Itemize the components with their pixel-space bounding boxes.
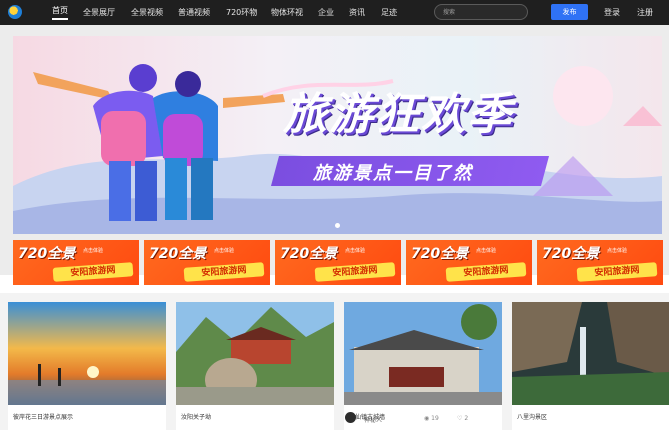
login-link[interactable]: 登录 — [604, 0, 620, 25]
promo-brand: 安阳旅游网 — [314, 262, 396, 282]
banner-area: 旅游狂欢季 旅游景点一目了然 — [0, 25, 669, 275]
card-caption: 八里沟景区 — [517, 414, 548, 421]
promo-tile[interactable]: 720全景 点击体验 安阳旅游网 — [144, 240, 270, 285]
nav-panorama-video[interactable]: 全景视频 — [131, 0, 163, 25]
author-avatar[interactable] — [345, 412, 356, 423]
ancient-gate-thumbnail — [344, 302, 502, 405]
banner-carousel[interactable]: 旅游狂欢季 旅游景点一目了然 — [13, 36, 662, 234]
nav-object-view[interactable]: 物体环视 — [271, 0, 303, 25]
nav-home[interactable]: 首页 — [52, 0, 68, 25]
nav-normal-video[interactable]: 普通视频 — [178, 0, 210, 25]
register-link[interactable]: 注册 — [637, 0, 653, 25]
views-count: ◉ 19 — [424, 415, 439, 422]
card-caption: 汝阳关子坳 — [181, 414, 212, 421]
promo-title: 720全景 — [542, 246, 600, 262]
thumbs-up-icon: ♡ — [457, 415, 463, 422]
promo-title: 720全景 — [18, 246, 76, 262]
nav-720-object[interactable]: 720环物 — [226, 0, 257, 25]
mountain-temple-thumbnail — [176, 302, 334, 405]
promo-tile[interactable]: 720全景 点击体验 安阳旅游网 — [406, 240, 532, 285]
promo-brand: 安阳旅游网 — [576, 262, 658, 282]
promo-title: 720全景 — [280, 246, 338, 262]
promo-tag: 点击体验 — [476, 248, 497, 254]
promo-title: 720全景 — [411, 246, 469, 262]
promo-tile[interactable]: 720全景 点击体验 安阳旅游网 — [275, 240, 401, 285]
promo-brand: 安阳旅游网 — [52, 262, 134, 282]
nav-enterprise[interactable]: 企业 — [318, 0, 334, 25]
nav-footprint[interactable]: 足迹 — [381, 0, 397, 25]
banner-subtitle: 旅游景点一目了然 — [313, 163, 473, 184]
promo-tag: 点击体验 — [214, 248, 235, 254]
likes-count[interactable]: ♡ 2 — [457, 415, 468, 422]
gallery-card[interactable]: 彼岸花三日游景点展示 — [8, 302, 166, 430]
eye-icon: ◉ — [424, 415, 430, 422]
nav-panorama-hall[interactable]: 全景展厅 — [83, 0, 115, 25]
card-caption: 彼岸花三日游景点展示 — [13, 414, 74, 421]
publish-button[interactable]: 发布 — [551, 4, 588, 20]
gallery-card[interactable]: 朱仙镇古城墙 神秘人 ◉ 19 ♡ 2 — [344, 302, 502, 430]
promo-title: 720全景 — [149, 246, 207, 262]
gallery-card[interactable]: 汝阳关子坳 — [176, 302, 334, 430]
sunset-beach-thumbnail — [8, 302, 166, 405]
canyon-waterfall-thumbnail — [512, 302, 669, 405]
promo-tile[interactable]: 720全景 点击体验 安阳旅游网 — [13, 240, 139, 285]
nav-news[interactable]: 资讯 — [349, 0, 365, 25]
banner-title: 旅游狂欢季 — [283, 89, 513, 140]
promo-tag: 点击体验 — [607, 248, 628, 254]
top-navigation-bar: 首页 全景展厅 全景视频 普通视频 720环物 物体环视 企业 资讯 足迹 搜索… — [0, 0, 669, 25]
promo-brand: 安阳旅游网 — [183, 262, 265, 282]
search-input[interactable]: 搜索 — [434, 4, 528, 20]
author-name[interactable]: 神秘人 — [364, 415, 382, 424]
promo-tile[interactable]: 720全景 点击体验 安阳旅游网 — [537, 240, 663, 285]
site-logo[interactable] — [8, 5, 22, 19]
promo-brand: 安阳旅游网 — [445, 262, 527, 282]
promo-tag: 点击体验 — [83, 248, 104, 254]
gallery-card[interactable]: 八里沟景区 — [512, 302, 669, 430]
carousel-indicator[interactable] — [335, 223, 340, 228]
promo-tag: 点击体验 — [345, 248, 366, 254]
